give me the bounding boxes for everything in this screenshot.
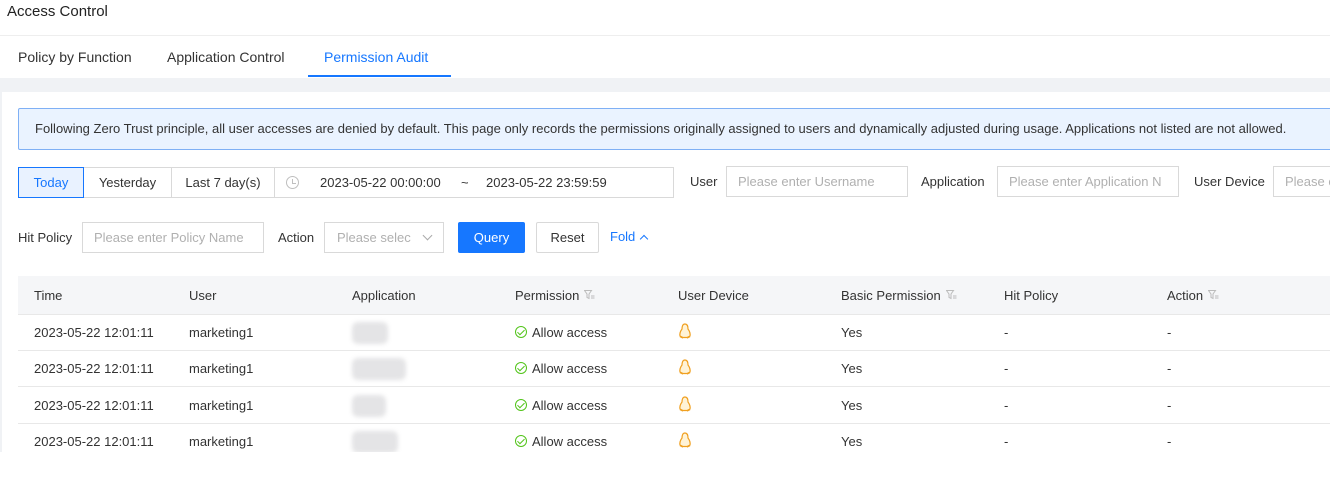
query-button[interactable]: Query — [458, 222, 525, 253]
active-tab-indicator — [308, 75, 451, 77]
section-separator — [0, 78, 1330, 92]
basic-permission-header-label: Basic Permission — [841, 288, 941, 303]
cell-hit-policy: - — [1004, 398, 1009, 413]
zero-trust-notice: Following Zero Trust principle, all user… — [18, 108, 1330, 150]
reset-button[interactable]: Reset — [536, 222, 599, 253]
cell-user: marketing1 — [189, 434, 254, 449]
linux-tux-icon — [679, 396, 691, 412]
check-circle-icon — [515, 362, 527, 374]
cell-time: 2023-05-22 12:01:11 — [34, 434, 154, 449]
permission-text: Allow access — [532, 325, 608, 340]
date-start: 2023-05-22 00:00:00 — [320, 175, 441, 190]
column-header-user-device: User Device — [678, 288, 749, 303]
tab-application-control[interactable]: Application Control — [167, 36, 285, 78]
permission-text: Allow access — [532, 434, 608, 449]
tab-policy-by-function[interactable]: Policy by Function — [18, 36, 132, 78]
cell-action: - — [1167, 325, 1172, 340]
chevron-down-icon — [422, 230, 433, 241]
cell-user: marketing1 — [189, 398, 254, 413]
clock-icon — [286, 176, 299, 189]
table-row[interactable]: 2023-05-22 12:01:11 marketing1 Allow acc… — [18, 424, 1330, 452]
application-filter-label: Application — [921, 174, 985, 189]
cell-permission: Allow access — [515, 398, 607, 413]
permission-text: Allow access — [532, 361, 608, 376]
permission-header-label: Permission — [515, 288, 580, 303]
column-header-hit-policy: Hit Policy — [1004, 288, 1059, 303]
check-circle-icon — [515, 435, 527, 447]
column-header-permission: Permission — [515, 288, 595, 303]
cell-action: - — [1167, 361, 1172, 376]
policy-name-input[interactable] — [82, 222, 264, 253]
application-icon-redacted — [352, 322, 388, 344]
fold-toggle[interactable]: Fold — [610, 229, 649, 244]
action-header-label: Action — [1167, 288, 1204, 303]
tab-permission-audit[interactable]: Permission Audit — [324, 36, 428, 78]
column-header-application: Application — [352, 288, 416, 303]
table-row[interactable]: 2023-05-22 12:01:11 marketing1 Allow acc… — [18, 315, 1330, 351]
cell-hit-policy: - — [1004, 361, 1009, 376]
linux-tux-icon — [679, 359, 691, 375]
permission-text: Allow access — [532, 398, 608, 413]
cell-permission: Allow access — [515, 434, 607, 449]
column-header-time: Time — [34, 288, 63, 303]
cell-time: 2023-05-22 12:01:11 — [34, 398, 154, 413]
cell-basic-permission: Yes — [841, 361, 863, 376]
user-device-input[interactable] — [1273, 166, 1330, 197]
chevron-up-icon — [640, 234, 649, 244]
date-separator: ~ — [461, 175, 469, 190]
column-header-basic-permission: Basic Permission — [841, 288, 957, 303]
action-select-placeholder: Please selec — [337, 230, 411, 245]
cell-basic-permission: Yes — [841, 325, 863, 340]
filter-icon[interactable] — [584, 289, 595, 300]
check-circle-icon — [515, 399, 527, 411]
cell-user: marketing1 — [189, 325, 254, 340]
left-edge — [0, 92, 2, 452]
range-today-button[interactable]: Today — [18, 167, 84, 198]
application-icon-redacted — [352, 431, 398, 452]
hit-policy-filter-label: Hit Policy — [18, 230, 73, 245]
column-header-user: User — [189, 288, 217, 303]
cell-time: 2023-05-22 12:01:11 — [34, 325, 154, 340]
check-circle-icon — [515, 326, 527, 338]
cell-basic-permission: Yes — [841, 398, 863, 413]
application-input[interactable] — [997, 166, 1179, 197]
user-device-filter-label: User Device — [1194, 174, 1265, 189]
date-end: 2023-05-22 23:59:59 — [486, 175, 607, 190]
cell-user: marketing1 — [189, 361, 254, 376]
cell-action: - — [1167, 398, 1172, 413]
range-yesterday-button[interactable]: Yesterday — [83, 167, 172, 198]
filter-icon[interactable] — [1208, 289, 1219, 300]
column-header-action: Action — [1167, 288, 1219, 303]
action-select[interactable]: Please selec — [324, 222, 444, 253]
cell-hit-policy: - — [1004, 325, 1009, 340]
linux-tux-icon — [679, 323, 691, 339]
fold-label: Fold — [610, 229, 636, 244]
date-range-picker[interactable]: 2023-05-22 00:00:00 ~ 2023-05-22 23:59:5… — [274, 167, 674, 198]
cell-hit-policy: - — [1004, 434, 1009, 449]
cell-time: 2023-05-22 12:01:11 — [34, 361, 154, 376]
linux-tux-icon — [679, 432, 691, 448]
table-row[interactable]: 2023-05-22 12:01:11 marketing1 Allow acc… — [18, 351, 1330, 387]
application-icon-redacted — [352, 358, 406, 380]
cell-permission: Allow access — [515, 325, 607, 340]
cell-basic-permission: Yes — [841, 434, 863, 449]
action-filter-label: Action — [278, 230, 315, 245]
table-row[interactable]: 2023-05-22 12:01:11 marketing1 Allow acc… — [18, 388, 1330, 424]
tab-bar: Policy by Function Application Control P… — [0, 36, 1330, 78]
application-icon-redacted — [352, 395, 386, 417]
filter-icon[interactable] — [945, 289, 957, 300]
page-title: Access Control — [7, 3, 108, 20]
user-filter-label: User — [690, 174, 718, 189]
cell-action: - — [1167, 434, 1172, 449]
table-header: Time User Application Permission User De… — [18, 276, 1330, 315]
cell-permission: Allow access — [515, 361, 607, 376]
range-last-7-days-button[interactable]: Last 7 day(s) — [171, 167, 275, 198]
username-input[interactable] — [726, 166, 908, 197]
